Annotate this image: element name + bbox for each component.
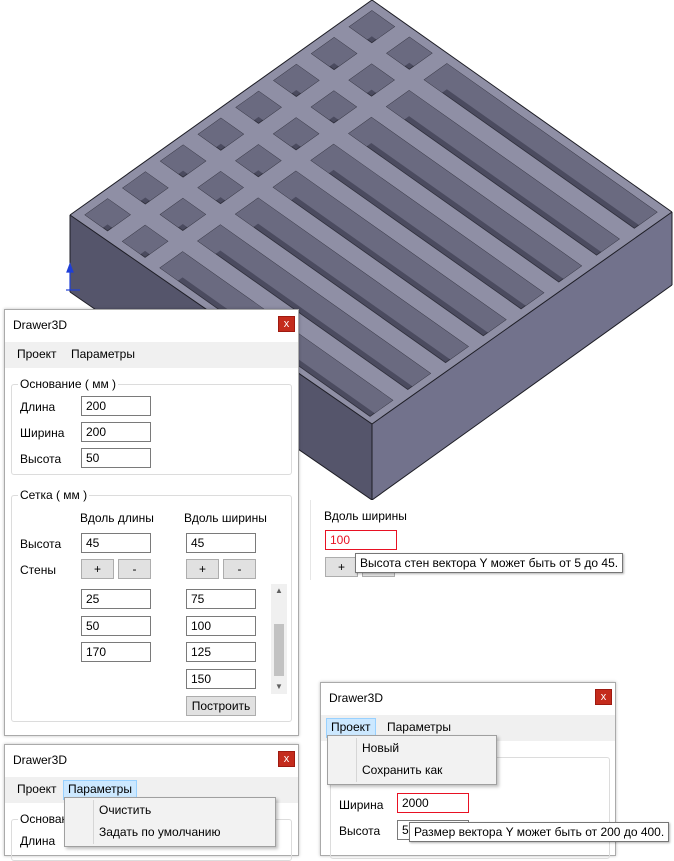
menu-project[interactable]: Проект [13, 345, 61, 363]
menu-params[interactable]: Параметры [67, 345, 139, 363]
grid-height-label: Высота [20, 537, 62, 551]
project-width-input[interactable] [397, 793, 469, 813]
project-dropdown-separator [356, 738, 357, 782]
grid-group-title: Сетка ( мм ) [18, 488, 90, 502]
grid-group: Сетка ( мм ) Вдоль длины Вдоль ширины Вы… [11, 488, 292, 722]
inset-add-wall-button[interactable]: + [325, 557, 358, 577]
menu-item-set-default[interactable]: Задать по умолчанию [99, 823, 220, 841]
base-height-label: Высота [20, 452, 62, 466]
params-window-title: Drawer3D [13, 753, 68, 767]
inset-col-width-header: Вдоль ширины [324, 509, 407, 523]
project-close-button[interactable]: x [595, 689, 612, 705]
params-length-label: Длина [20, 834, 56, 848]
remove-wall-width-button[interactable]: - [223, 559, 256, 579]
window-title: Drawer3D [13, 318, 68, 332]
wall-width-input-1[interactable] [186, 589, 256, 609]
height-tooltip: Высота стен вектора Y может быть от 5 до… [355, 553, 624, 573]
remove-wall-length-button[interactable]: - [118, 559, 151, 579]
project-window-title: Drawer3D [329, 691, 384, 705]
title-bar: Drawer3D x [5, 310, 298, 338]
base-length-input[interactable] [81, 396, 151, 416]
menu-bar: Проект Параметры [5, 342, 298, 368]
col-width-header: Вдоль ширины [184, 511, 267, 525]
base-height-input[interactable] [81, 448, 151, 468]
menu-item-clear[interactable]: Очистить [99, 801, 151, 819]
scroll-thumb[interactable] [274, 624, 284, 676]
base-group: Основание ( мм ) Длина Ширина Высота [11, 377, 292, 475]
walls-label: Стены [20, 563, 56, 577]
base-group-title: Основание ( мм ) [18, 377, 119, 391]
params-dropdown: Очистить Задать по умолчанию [64, 797, 276, 847]
params-menu-project[interactable]: Проект [13, 780, 61, 798]
wall-length-input-1[interactable] [81, 589, 151, 609]
wall-width-input-4[interactable] [186, 669, 256, 689]
wall-width-input-3[interactable] [186, 642, 256, 662]
main-window: Drawer3D x Проект Параметры Основание ( … [4, 309, 299, 736]
wall-length-input-2[interactable] [81, 616, 151, 636]
project-menu-params[interactable]: Параметры [383, 718, 455, 736]
project-title-bar: Drawer3D x [321, 683, 615, 711]
base-length-label: Длина [20, 400, 56, 414]
walls-scrollbar[interactable]: ▲ ▼ [271, 584, 287, 694]
params-title-bar: Drawer3D x [5, 745, 298, 773]
scroll-up-icon[interactable]: ▲ [271, 584, 287, 598]
inset-height-width-input[interactable] [325, 530, 397, 550]
build-button[interactable]: Построить [186, 696, 256, 716]
project-height-label: Высота [339, 824, 381, 838]
add-wall-width-button[interactable]: + [186, 559, 219, 579]
project-dropdown: Новый Сохранить как [327, 735, 497, 785]
add-wall-length-button[interactable]: + [81, 559, 114, 579]
params-dropdown-separator [93, 800, 94, 844]
scroll-down-icon[interactable]: ▼ [271, 680, 287, 694]
wall-length-input-3[interactable] [81, 642, 151, 662]
menu-item-new[interactable]: Новый [362, 739, 399, 757]
menu-item-save-as[interactable]: Сохранить как [362, 761, 442, 779]
wall-width-input-2[interactable] [186, 616, 256, 636]
base-width-input[interactable] [81, 422, 151, 442]
base-width-label: Ширина [20, 426, 65, 440]
col-length-header: Вдоль длины [80, 511, 154, 525]
size-tooltip: Размер вектора Y может быть от 200 до 40… [409, 822, 670, 842]
screenshot-canvas: Drawer3D x Проект Параметры Основание ( … [0, 0, 674, 861]
close-button[interactable]: x [278, 316, 295, 332]
params-close-button[interactable]: x [278, 751, 295, 767]
grid-height-width-input[interactable] [186, 533, 256, 553]
grid-height-length-input[interactable] [81, 533, 151, 553]
project-width-label: Ширина [339, 798, 384, 812]
